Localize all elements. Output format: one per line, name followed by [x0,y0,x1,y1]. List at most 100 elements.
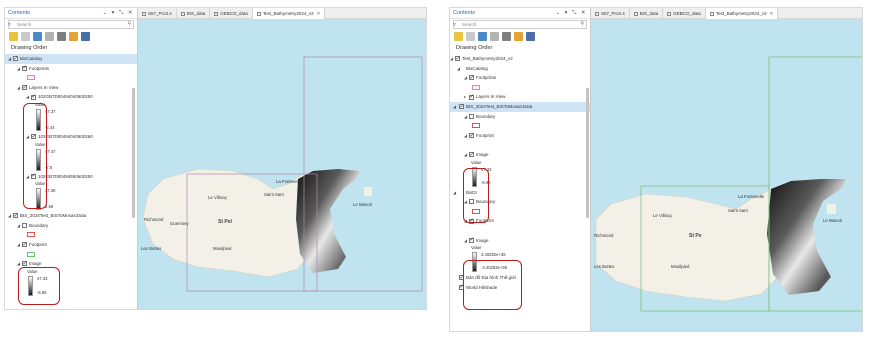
list-by-source-icon[interactable] [466,32,475,41]
layer-checkbox[interactable] [22,84,27,93]
layer-checkbox[interactable] [22,223,27,229]
tab-gebco-data[interactable]: GEBCO_data [663,8,706,19]
pane-controls[interactable]: ⌄ ▾ ⤡ ✕ [556,8,587,19]
symbol-swatch[interactable] [472,84,480,90]
layer-footprints[interactable]: ◢ Footprints [5,64,137,74]
layer-mosaic-dataset[interactable]: ◢ BIS_2024Test_BISToMosaicData [5,211,137,222]
symbol-swatch[interactable] [27,232,35,238]
search-icon[interactable]: ⚲ [127,21,131,27]
layer-checkbox[interactable] [13,212,18,222]
tab-bis-data[interactable]: BIS_data [630,8,664,19]
collapse-icon[interactable]: ◢ [453,188,456,198]
layer-checkbox[interactable] [459,103,464,112]
pane-controls[interactable]: ⌄ ▾ ⤡ ✕ [103,8,134,19]
collapse-icon[interactable]: ◢ [26,92,29,102]
search-input[interactable]: ▿ Search ⚲ [453,20,587,29]
collapse-icon[interactable]: ◢ [17,64,20,74]
collapse-icon[interactable]: ◢ [17,240,20,250]
list-by-drawing-order-icon[interactable] [9,32,18,41]
close-icon[interactable]: ✕ [770,11,774,16]
tab-gebco-data[interactable]: GEBCO_data [210,8,253,19]
list-by-selection-icon[interactable] [33,32,42,41]
collapse-icon[interactable]: ◢ [450,54,453,64]
list-by-drawing-order-icon[interactable] [454,32,463,41]
collapse-icon[interactable]: ◢ [464,73,467,83]
layer-biscatalog[interactable]: ◢ BisCatalog [5,54,137,64]
map-root[interactable]: ◢ Test_Bathymetry2024_v2 [450,54,590,65]
layer-image[interactable]: ◢ Image [450,150,590,161]
drawing-order-heading: Drawing Order [11,45,48,51]
tab-bis-data[interactable]: BIS_data [177,8,211,19]
search-icon[interactable]: ⚲ [580,21,584,27]
layer-checkbox[interactable] [469,236,474,246]
collapse-icon[interactable]: ◢ [464,112,467,122]
collapse-icon[interactable]: ◢ [453,102,456,112]
place-label: St Pel [218,219,232,225]
list-by-snapping-icon[interactable] [57,32,66,41]
list-by-selection-icon[interactable] [478,32,487,41]
layer-image[interactable]: ◢ Image [450,236,590,246]
layer-footprint[interactable]: ◢ Footprint [5,240,137,251]
symbol-swatch[interactable] [27,251,35,257]
layer-checkbox[interactable] [22,260,27,270]
list-by-source-icon[interactable] [21,32,30,41]
list-by-perspective-icon[interactable] [526,32,535,41]
layer-boundary[interactable]: ◢ Boundary [5,221,137,231]
layer-layers-in-view[interactable]: ▸ Layers In View [450,92,590,103]
layer-footprints[interactable]: ◢ Footprints [450,73,590,84]
layer-layers-in-view[interactable]: ◢ Layers In View [5,83,137,94]
place-label: Guernsey [170,221,189,226]
layer-checkbox[interactable] [13,55,18,64]
list-by-editing-icon[interactable] [490,32,499,41]
list-by-editing-icon[interactable] [45,32,54,41]
footprint-symbol-row [450,140,590,150]
tab-label: GEBCO_data [220,11,248,16]
list-by-labeling-icon[interactable] [69,32,78,41]
tab-s57-pro[interactable]: S57_Pro3.4 [138,8,177,19]
tab-s57-pro[interactable]: S57_Pro3.4 [591,8,630,19]
collapse-icon[interactable]: ◢ [457,64,460,74]
collapse-icon[interactable]: ◢ [464,150,467,160]
layer-checkbox[interactable] [469,132,474,141]
layer-footprint[interactable]: ◢ Footprint [450,131,590,142]
collapse-icon[interactable]: ◢ [17,221,20,231]
vertical-scrollbar[interactable] [132,88,135,218]
close-icon[interactable]: ✕ [317,11,321,16]
search-input[interactable]: ▿ Search ⚲ [8,20,134,29]
layer-checkbox[interactable] [469,93,474,103]
vertical-scrollbar[interactable] [586,88,589,218]
symbol-swatch[interactable] [27,75,35,81]
tab-test-bathymetry[interactable]: Test_Bathymetry2024_v2 ✕ [252,8,326,19]
layer-mosaic-dataset[interactable]: ◢ BIS_2024Test_BISToMosaicData [450,101,590,112]
collapse-icon[interactable]: ◢ [464,236,467,246]
map-view[interactable]: S57_Pro3.4 BIS_data GEBCO_data Test_Bath… [138,8,426,309]
layer-checkbox[interactable] [469,151,474,160]
footprints-symbol-row [5,73,137,83]
layer-boundary[interactable]: ◢ Boundary [450,112,590,122]
raster-item[interactable]: ◢ 102GB7D00494040600250 [5,92,137,103]
layer-label: Layers In View [29,84,59,90]
funnel-icon[interactable]: ▿ [8,21,11,28]
list-by-labeling-icon[interactable] [514,32,523,41]
collapse-icon[interactable]: ◢ [17,83,20,93]
layer-biscatalog[interactable]: ◢ BisCatalog [450,64,590,74]
collapse-icon[interactable]: ◢ [8,54,11,64]
layer-checkbox[interactable] [22,241,27,250]
map-view[interactable]: S57_Pro3.4 BIS_data GEBCO_data Test_Bath… [591,8,862,331]
collapse-icon[interactable]: ◢ [464,131,467,141]
layer-checkbox[interactable] [455,55,460,64]
islet-land [364,187,372,196]
layer-checkbox[interactable] [31,93,36,103]
list-by-snapping-icon[interactable] [502,32,511,41]
place-label: La Fontenelle [276,179,303,184]
list-by-perspective-icon[interactable] [81,32,90,41]
collapse-icon[interactable]: ◢ [8,211,11,221]
tab-test-bathymetry[interactable]: Test_Bathymetry2024_v2 ✕ [705,8,779,19]
layer-checkbox[interactable] [469,113,474,119]
symbol-swatch[interactable] [472,123,480,129]
layer-checkbox[interactable] [22,64,27,74]
funnel-icon[interactable]: ▿ [453,21,456,28]
collapse-icon[interactable]: ▸ [464,92,466,102]
map-canvas [142,56,423,292]
layer-checkbox[interactable] [469,74,474,84]
